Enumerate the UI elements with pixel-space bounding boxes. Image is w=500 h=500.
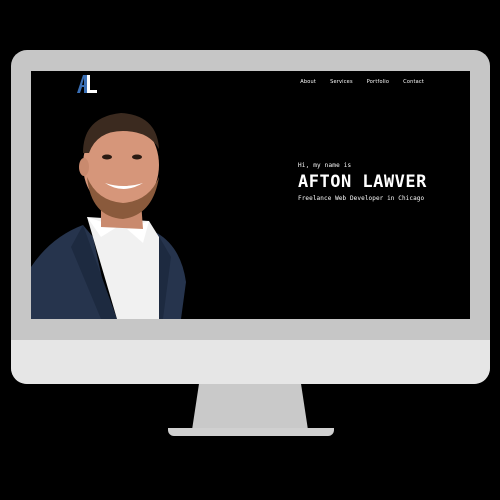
nav-link-services[interactable]: Services bbox=[330, 79, 353, 85]
hero-text: Hi, my name is AFTON LAWVER Freelance We… bbox=[298, 162, 427, 202]
al-logo-icon[interactable] bbox=[75, 75, 99, 93]
nav-link-about[interactable]: About bbox=[300, 79, 316, 85]
monitor-stand bbox=[192, 384, 308, 430]
main-nav: About Services Portfolio Contact bbox=[300, 79, 424, 85]
website-screen: About Services Portfolio Contact Hi, my … bbox=[31, 71, 470, 319]
hero-greeting: Hi, my name is bbox=[298, 162, 352, 169]
nav-link-contact[interactable]: Contact bbox=[403, 79, 424, 85]
monitor-stand-base bbox=[168, 428, 334, 436]
monitor-chin bbox=[11, 340, 490, 384]
hero-tagline: Freelance Web Developer in Chicago bbox=[298, 195, 425, 202]
nav-link-portfolio[interactable]: Portfolio bbox=[367, 79, 389, 85]
mockup-stage: About Services Portfolio Contact Hi, my … bbox=[0, 0, 500, 500]
portrait-photo bbox=[31, 113, 186, 319]
hero-name: AFTON LAWVER bbox=[298, 172, 427, 192]
